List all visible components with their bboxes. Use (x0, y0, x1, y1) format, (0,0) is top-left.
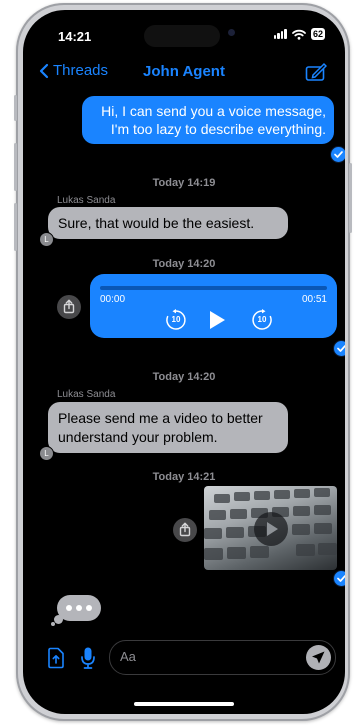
timestamp: Today 14:21 (152, 471, 216, 483)
front-camera (228, 29, 235, 36)
message-text: Please send me a video to better underst… (58, 410, 263, 445)
video-thumbnail[interactable] (204, 486, 337, 570)
wifi-icon (292, 29, 306, 40)
nav-bar: Threads John Agent (23, 60, 345, 86)
play-icon (210, 311, 225, 329)
phone-screen: 14:21 62 Threads John Agent Hi, I can se… (23, 10, 345, 714)
delivered-check-icon (333, 340, 345, 357)
voice-elapsed: 00:00 (100, 294, 126, 305)
typing-dot (76, 605, 82, 611)
home-indicator (134, 702, 234, 706)
compose-icon (305, 62, 328, 81)
sender-name: Lukas Sanda (57, 389, 116, 400)
cellular-signal-icon (273, 29, 287, 39)
video-play-button[interactable] (254, 512, 288, 546)
dynamic-island (144, 25, 220, 47)
message-text: Sure, that would be the easiest. (58, 215, 255, 231)
send-button[interactable] (306, 645, 331, 670)
message-input[interactable]: Aa (109, 640, 336, 675)
compose-button[interactable] (305, 62, 328, 87)
voice-duration: 00:51 (301, 294, 327, 305)
sender-avatar: L (39, 446, 54, 461)
share-button[interactable] (173, 518, 197, 542)
incoming-message-bubble[interactable]: Please send me a video to better underst… (48, 402, 288, 453)
play-button[interactable] (204, 308, 228, 332)
delivered-check-icon (333, 570, 345, 587)
power-button (349, 163, 352, 233)
typing-dot (66, 605, 72, 611)
share-button[interactable] (57, 295, 81, 319)
send-icon (312, 651, 325, 664)
attach-file-button[interactable] (47, 647, 65, 669)
skip-forward-seconds: 10 (257, 315, 267, 324)
file-upload-icon (48, 647, 64, 669)
volume-up-button (14, 143, 17, 191)
status-icons: 62 (273, 28, 325, 40)
message-text: Hi, I can send you a voice message, I'm … (101, 103, 326, 137)
timestamp: Today 14:19 (152, 177, 216, 189)
status-time: 14:21 (58, 29, 92, 44)
microphone-icon (81, 647, 95, 669)
incoming-message-bubble[interactable]: Sure, that would be the easiest. (48, 207, 288, 239)
voice-progress-track[interactable] (100, 286, 327, 290)
share-icon (63, 299, 75, 314)
share-icon (179, 522, 191, 537)
action-button (14, 95, 17, 121)
skip-forward-button[interactable]: 10 (251, 309, 273, 331)
battery-indicator: 62 (310, 28, 325, 40)
typing-dot (86, 605, 92, 611)
outgoing-message-bubble[interactable]: Hi, I can send you a voice message, I'm … (82, 96, 334, 144)
voice-message-bubble: 00:00 00:51 10 10 (90, 274, 337, 338)
message-input-placeholder: Aa (120, 649, 136, 664)
delivered-check-icon (330, 146, 345, 163)
sender-avatar: L (39, 232, 54, 247)
volume-down-button (14, 203, 17, 251)
voice-record-button[interactable] (80, 646, 96, 670)
timestamp: Today 14:20 (152, 258, 216, 270)
timestamp: Today 14:20 (152, 371, 216, 383)
conversation-title: John Agent (143, 63, 225, 80)
skip-back-button[interactable]: 10 (165, 309, 187, 331)
sender-name: Lukas Sanda (57, 195, 116, 206)
skip-back-seconds: 10 (171, 315, 181, 324)
typing-indicator (51, 595, 101, 626)
play-icon (267, 522, 278, 536)
